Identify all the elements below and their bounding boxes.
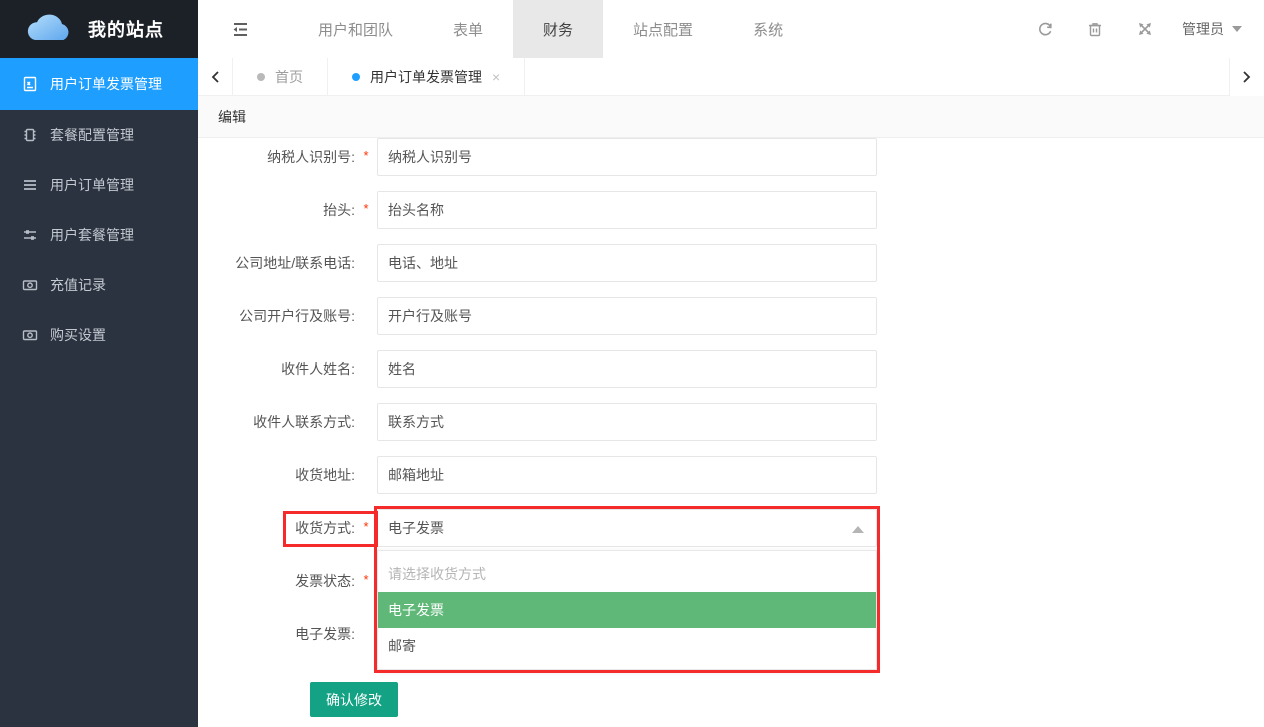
dropdown-option-mail[interactable]: 邮寄 xyxy=(378,628,876,664)
tab-scroll-right-icon[interactable] xyxy=(1229,58,1264,96)
required-marker: * xyxy=(355,191,377,229)
user-menu[interactable]: 管理员 xyxy=(1170,0,1264,58)
sidebar-item-recharge-records[interactable]: 充值记录 xyxy=(0,260,198,310)
chevron-down-icon xyxy=(1232,26,1242,32)
banknote-icon xyxy=(21,327,38,344)
file-invoice-icon xyxy=(21,76,38,93)
sidebar-item-label: 购买设置 xyxy=(50,325,106,345)
required-marker xyxy=(355,615,377,653)
sidebar-item-user-packages[interactable]: 用户套餐管理 xyxy=(0,210,198,260)
taxpayer-id-input[interactable] xyxy=(377,138,877,176)
sidebar-item-label: 用户套餐管理 xyxy=(50,225,134,245)
sidebar-item-label: 充值记录 xyxy=(50,275,106,295)
top-header: 用户和团队 表单 财务 站点配置 系统 xyxy=(198,0,1264,58)
required-marker xyxy=(355,244,377,282)
field-label: 纳税人识别号: xyxy=(198,138,355,176)
delivery-address-input[interactable] xyxy=(377,456,877,494)
confirm-edit-button[interactable]: 确认修改 xyxy=(310,682,398,717)
site-title: 我的站点 xyxy=(88,16,164,42)
required-marker xyxy=(355,456,377,494)
cloud-icon xyxy=(22,10,74,49)
nav-item-forms[interactable]: 表单 xyxy=(423,0,513,58)
banknote-icon xyxy=(21,277,38,294)
sidebar-item-package-config[interactable]: 套餐配置管理 xyxy=(0,110,198,160)
field-label: 公司开户行及账号: xyxy=(198,297,355,335)
form-row: 收件人联系方式: xyxy=(198,403,1264,441)
select-value: 电子发票 xyxy=(388,518,444,538)
user-name: 管理员 xyxy=(1182,19,1224,39)
sidebar-item-label: 用户订单发票管理 xyxy=(50,74,162,94)
field-label: 电子发票: xyxy=(198,615,355,653)
page-title: 编辑 xyxy=(218,107,246,127)
invoice-title-input[interactable] xyxy=(377,191,877,229)
fullscreen-icon[interactable] xyxy=(1120,0,1170,58)
field-label: 收件人姓名: xyxy=(198,350,355,388)
close-icon[interactable]: × xyxy=(492,69,500,85)
field-label: 收货地址: xyxy=(198,456,355,494)
required-marker xyxy=(355,297,377,335)
nav-item-finance[interactable]: 财务 xyxy=(513,0,603,58)
tab-dot xyxy=(257,73,265,81)
chip-icon xyxy=(21,127,38,144)
list-icon xyxy=(21,177,38,194)
field-label: 收件人联系方式: xyxy=(198,403,355,441)
form-row: 抬头: * xyxy=(198,191,1264,229)
required-marker: * xyxy=(355,562,377,600)
form-row: 收件人姓名: xyxy=(198,350,1264,388)
sidebar-item-label: 套餐配置管理 xyxy=(50,125,134,145)
company-address-phone-input[interactable] xyxy=(377,244,877,282)
form-row: 收货地址: xyxy=(198,456,1264,494)
nav-item-users-teams[interactable]: 用户和团队 xyxy=(288,0,423,58)
tab-label: 首页 xyxy=(275,67,303,87)
main-area: 用户和团队 表单 财务 站点配置 系统 xyxy=(198,0,1264,727)
collapse-sidebar-icon[interactable] xyxy=(210,0,270,58)
header-actions: 管理员 xyxy=(1020,0,1264,58)
chevron-up-icon xyxy=(852,526,864,533)
nav-item-site-config[interactable]: 站点配置 xyxy=(603,0,723,58)
sidebar-item-user-orders[interactable]: 用户订单管理 xyxy=(0,160,198,210)
form-row-delivery-method: 收货方式: * 电子发票 请选择收货方式 电子发票 邮寄 xyxy=(198,509,1264,547)
trash-icon[interactable] xyxy=(1070,0,1120,58)
app-window: 我的站点 用户订单发票管理 套餐配置管理 xyxy=(0,0,1264,727)
top-nav: 用户和团队 表单 财务 站点配置 系统 xyxy=(288,0,813,58)
field-label: 抬头: xyxy=(198,191,355,229)
required-marker xyxy=(355,403,377,441)
dropdown-option-placeholder[interactable]: 请选择收货方式 xyxy=(378,556,876,592)
sidebar-item-purchase-settings[interactable]: 购买设置 xyxy=(0,310,198,360)
sidebar-item-user-order-invoice[interactable]: 用户订单发票管理 xyxy=(0,58,198,110)
form-row: 纳税人识别号: * xyxy=(198,138,1264,176)
sidebar-item-label: 用户订单管理 xyxy=(50,175,134,195)
delivery-method-dropdown: 请选择收货方式 电子发票 邮寄 xyxy=(377,550,877,670)
sidebar-menu: 用户订单发票管理 套餐配置管理 用户订单管理 xyxy=(0,58,198,727)
tab-home[interactable]: 首页 xyxy=(233,58,328,95)
sliders-icon xyxy=(21,227,38,244)
tab-scroll-left-icon[interactable] xyxy=(198,58,233,96)
logo: 我的站点 xyxy=(0,0,198,58)
breadcrumb: 编辑 xyxy=(198,96,1264,138)
field-label: 收货方式: xyxy=(198,509,355,547)
tab-dot xyxy=(352,73,360,81)
tab-bar: 首页 用户订单发票管理 × xyxy=(198,58,1264,96)
refresh-icon[interactable] xyxy=(1020,0,1070,58)
form-row: 公司地址/联系电话: xyxy=(198,244,1264,282)
required-marker: * xyxy=(355,138,377,176)
bank-account-input[interactable] xyxy=(377,297,877,335)
form-row: 公司开户行及账号: xyxy=(198,297,1264,335)
delivery-method-select[interactable]: 电子发票 xyxy=(377,509,877,547)
tab-user-order-invoice[interactable]: 用户订单发票管理 × xyxy=(328,58,525,95)
tab-label: 用户订单发票管理 xyxy=(370,67,482,87)
sidebar: 我的站点 用户订单发票管理 套餐配置管理 xyxy=(0,0,198,727)
required-marker xyxy=(355,350,377,388)
required-marker: * xyxy=(355,509,377,547)
field-label: 公司地址/联系电话: xyxy=(198,244,355,282)
dropdown-option-electronic-invoice[interactable]: 电子发票 xyxy=(378,592,876,628)
recipient-contact-input[interactable] xyxy=(377,403,877,441)
edit-form: 纳税人识别号: * 抬头: * 公司地址/联系电话: 公司开户行及账号: 收 xyxy=(198,138,1264,727)
recipient-name-input[interactable] xyxy=(377,350,877,388)
nav-item-system[interactable]: 系统 xyxy=(723,0,813,58)
field-label: 发票状态: xyxy=(198,562,355,600)
